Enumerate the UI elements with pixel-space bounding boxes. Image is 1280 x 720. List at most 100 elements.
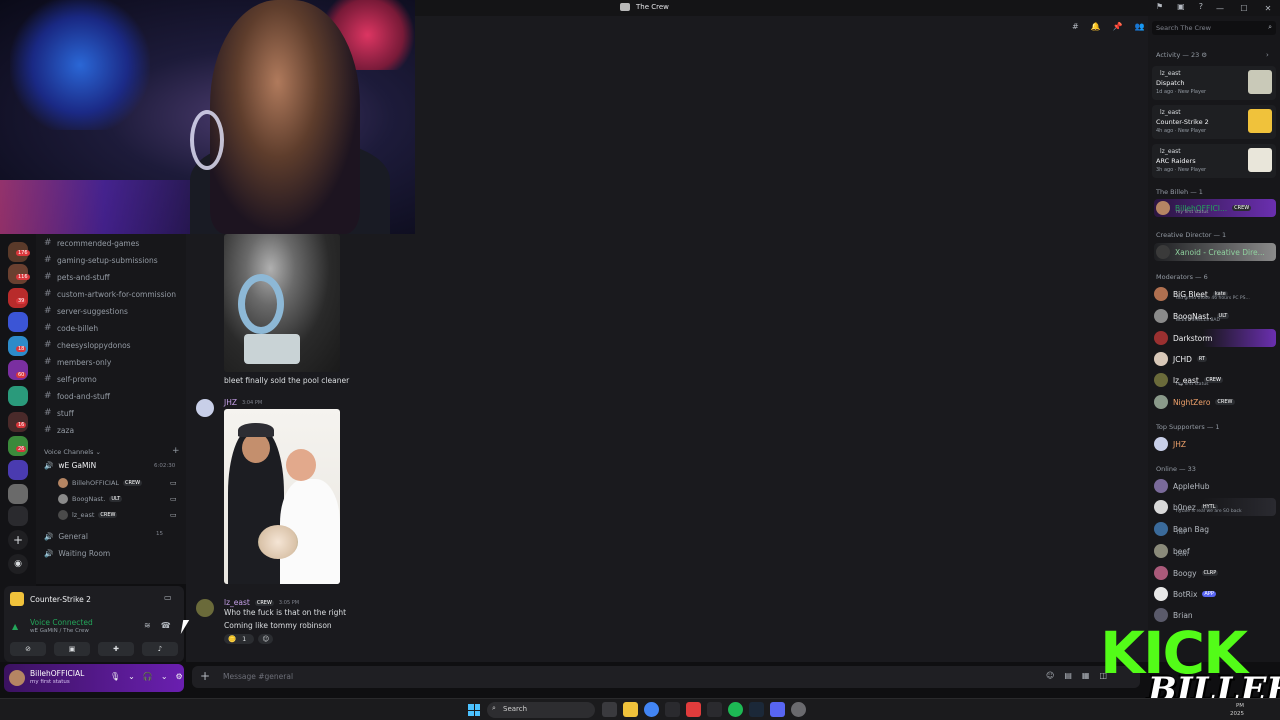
voice-channel-item[interactable]: 🔊 Waiting Room <box>44 547 110 559</box>
chevron-right-icon[interactable]: › <box>1266 51 1269 59</box>
attach-plus-icon[interactable]: + <box>200 669 210 683</box>
avatar[interactable] <box>196 399 214 417</box>
channel-item[interactable]: # server-suggestions <box>44 304 128 318</box>
inbox-icon[interactable]: ▣ <box>1177 2 1185 11</box>
disconnect-icon[interactable]: ☎ <box>161 621 171 630</box>
member-item[interactable]: Bean Bag TGIF <box>1154 520 1276 538</box>
member-item[interactable]: beef DONT <box>1154 542 1276 560</box>
message-author[interactable]: JHZ <box>224 398 237 407</box>
app-icon[interactable] <box>686 702 701 717</box>
member-name: Darkstorm <box>1173 333 1213 343</box>
pin-icon[interactable]: ⚑ <box>1156 2 1163 11</box>
search-input[interactable]: Search The Crew ⌕ <box>1152 21 1276 35</box>
member-item[interactable]: NightZero CREW <box>1154 393 1276 411</box>
member-item[interactable]: BiG Bleet kate did grind those 46 hours … <box>1154 285 1276 303</box>
member-item[interactable]: JCHD RT <box>1154 350 1276 368</box>
avatar[interactable] <box>196 599 214 617</box>
add-channel-icon[interactable]: + <box>172 446 180 456</box>
member-item[interactable]: BoogNast. ULT BLEET SMELLS BAD <box>1154 307 1276 325</box>
wedding-photo-image[interactable] <box>224 409 340 584</box>
soundboard-button[interactable]: ♪ <box>142 642 178 656</box>
app-icon[interactable] <box>707 702 722 717</box>
voice-channel-item[interactable]: 🔊 General <box>44 530 88 542</box>
sticker-icon[interactable]: ▦ <box>1082 671 1090 680</box>
channel-item[interactable]: # code-billeh <box>44 321 98 335</box>
member-item[interactable]: b0nez HYTL hytale is real we are SO back <box>1154 498 1276 516</box>
member-item[interactable]: BotRix APP <box>1154 585 1276 603</box>
activity-card[interactable]: lz_east Counter-Strike 2 4h ago · New Pl… <box>1152 105 1276 139</box>
channel-item[interactable]: # recommended-games <box>44 236 139 250</box>
help-icon[interactable]: ? <box>1199 2 1203 11</box>
activity-card[interactable]: lz_east ARC Raiders 3h ago · New Player <box>1152 144 1276 178</box>
member-item[interactable]: Darkstorm <box>1154 329 1276 347</box>
channel-item[interactable]: # food-and-stuff <box>44 389 110 403</box>
chevron-down-icon[interactable]: ⌄ <box>128 672 135 681</box>
chrome-icon[interactable] <box>644 702 659 717</box>
file-explorer-icon[interactable] <box>623 702 638 717</box>
channel-item[interactable]: # pets-and-stuff <box>44 270 110 284</box>
channel-item[interactable]: # zaza <box>44 423 74 437</box>
member-item[interactable]: JHZ <box>1154 435 1276 453</box>
activities-button[interactable]: ✚ <box>98 642 134 656</box>
task-view-icon[interactable] <box>602 702 617 717</box>
add-reaction-icon[interactable]: ☺ <box>258 634 274 644</box>
mic-icon[interactable]: 🎙 <box>110 672 120 681</box>
voice-channel-active[interactable]: 🔊 wE GaMiN <box>44 461 96 470</box>
taskbar-search[interactable]: ⌕ Search <box>487 702 595 718</box>
voice-channels-header[interactable]: Voice Channels ⌄ <box>44 448 101 456</box>
activity-card[interactable]: lz_east Dispatch 1d ago · New Player <box>1152 66 1276 100</box>
settings-gear-icon[interactable]: ⚙ <box>176 672 183 681</box>
server-icon[interactable] <box>8 460 28 480</box>
member-item[interactable]: lz_east CREW my first status <box>1154 371 1276 389</box>
message-input[interactable]: Message #general <box>223 672 293 681</box>
member-item[interactable]: Xanoid - Creative Dire... <box>1154 243 1276 261</box>
voice-user[interactable]: BillehOFFICIAL CREW ▭ <box>58 477 177 489</box>
channel-item[interactable]: # custom-artwork-for-commission <box>44 287 176 301</box>
screen-icon[interactable]: ▭ <box>164 593 172 602</box>
server-icon[interactable] <box>8 312 28 332</box>
channel-item[interactable]: # cheesysloppydonos <box>44 338 131 352</box>
voice-user[interactable]: BoogNast. ULT ▭ <box>58 493 177 505</box>
app-icon[interactable] <box>665 702 680 717</box>
member-item[interactable]: Boogy CLRP <box>1154 564 1276 582</box>
voice-status[interactable]: Voice Connected <box>30 618 93 627</box>
screen-share-button[interactable]: ▣ <box>54 642 90 656</box>
server-icon[interactable] <box>8 386 28 406</box>
pool-cleaner-image[interactable] <box>224 234 340 372</box>
member-item[interactable]: BillehOFFICI... CREW my first status <box>1154 199 1276 217</box>
settings-icon[interactable] <box>791 702 806 717</box>
bell-icon[interactable]: 🔔 <box>1091 22 1101 31</box>
current-game[interactable]: Counter-Strike 2 <box>10 592 91 606</box>
avatar[interactable] <box>9 670 25 686</box>
chevron-down-icon[interactable]: ⌄ <box>161 672 168 681</box>
steam-icon[interactable] <box>749 702 764 717</box>
camera-off-button[interactable]: ⊘ <box>10 642 46 656</box>
pin-icon[interactable]: 📌 <box>1113 22 1123 31</box>
maximize-button[interactable]: ☐ <box>1232 0 1256 16</box>
discord-icon[interactable] <box>770 702 785 717</box>
spotify-icon[interactable] <box>728 702 743 717</box>
add-server-icon[interactable]: + <box>8 530 28 550</box>
minimize-button[interactable]: — <box>1208 0 1232 16</box>
members-icon[interactable]: 👥 <box>1135 22 1145 31</box>
gif-icon[interactable]: ▤ <box>1064 671 1072 680</box>
channel-item[interactable]: # members-only <box>44 355 111 369</box>
emoji-icon[interactable]: ☺ <box>1046 671 1054 680</box>
server-icon[interactable] <box>8 484 28 504</box>
noise-suppression-icon[interactable]: ≋ <box>144 621 151 630</box>
server-icon[interactable] <box>8 506 28 526</box>
message-author[interactable]: lz_east <box>224 598 250 607</box>
close-button[interactable]: ✕ <box>1256 0 1280 16</box>
channel-item[interactable]: # gaming-setup-submissions <box>44 253 158 267</box>
headphones-icon[interactable]: 🎧 <box>143 672 153 681</box>
voice-user[interactable]: lz_east CREW ▭ <box>58 509 177 521</box>
user-name[interactable]: BillehOFFICIAL <box>30 669 84 678</box>
reaction-pill[interactable]: 🪙 1 <box>224 634 255 644</box>
windows-start-icon[interactable] <box>468 704 480 716</box>
channel-item[interactable]: # self-promo <box>44 372 97 386</box>
discover-icon[interactable]: ◉ <box>8 554 28 574</box>
threads-icon[interactable]: # <box>1072 22 1079 31</box>
member-item[interactable]: AppleHub <box>1154 477 1276 495</box>
system-tray-clock[interactable]: PM 2025 <box>1230 702 1244 718</box>
channel-item[interactable]: # stuff <box>44 406 74 420</box>
